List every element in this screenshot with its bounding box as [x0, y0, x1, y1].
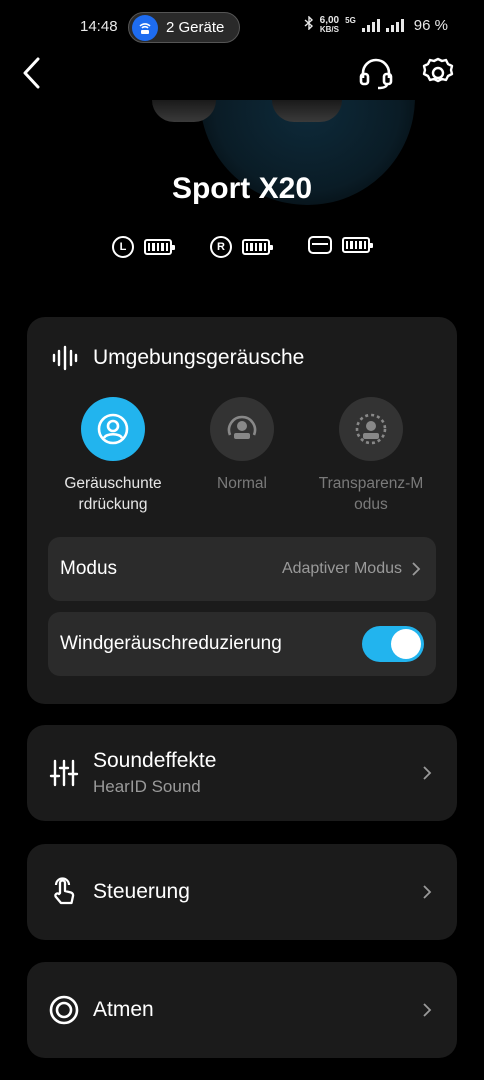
transparency-icon	[339, 397, 403, 461]
mode-row-value: Adaptiver Modus	[281, 560, 402, 577]
noise-cancelling-icon	[81, 397, 145, 461]
case-icon	[308, 236, 332, 254]
mode-noise-cancelling[interactable]: Geräuschunte rdrückung	[53, 397, 173, 515]
wind-row-label: Windgeräuschreduzierung	[60, 633, 282, 654]
network-type: 5G	[345, 16, 356, 25]
earbud-right-image	[272, 100, 342, 122]
battery-percent: 96 %	[413, 16, 448, 34]
mode-label: Normal	[217, 475, 267, 492]
normal-icon	[210, 397, 274, 461]
controls-title: Steuerung	[93, 880, 190, 903]
settings-button[interactable]	[420, 56, 456, 90]
sound-effects-card[interactable]: Soundeffekte HearID Sound	[27, 725, 457, 821]
product-name: Sport X20	[171, 172, 313, 205]
left-badge: L	[112, 236, 134, 258]
mode-label: Geräuschunte rdrückung	[64, 475, 162, 513]
battery-icon	[342, 237, 373, 253]
toggle-knob	[391, 629, 421, 659]
ambient-header: Umgebungsgeräusche	[51, 345, 304, 371]
sound-effects-subtitle: HearID Sound	[93, 777, 201, 796]
network-speed: 6,00 KB/S	[320, 16, 339, 34]
signal-icon	[361, 18, 380, 32]
chevron-right-icon	[419, 884, 435, 900]
controls-card[interactable]: Steuerung	[27, 844, 457, 940]
mode-label: Transparenz-M odus	[318, 475, 424, 513]
devices-label: 2 Geräte	[166, 19, 225, 36]
bluetooth-icon	[304, 15, 314, 34]
chevron-right-icon	[419, 1002, 435, 1018]
wind-noise-toggle[interactable]	[362, 626, 424, 662]
mode-transparency[interactable]: Transparenz-M odus	[311, 397, 431, 515]
status-bar: 14:48 2 Geräte 6,00 KB/S 5G 96 %	[0, 0, 484, 56]
hotspot-icon	[132, 14, 158, 41]
sliders-icon	[49, 758, 79, 788]
status-time: 14:48	[80, 18, 118, 35]
back-button[interactable]	[16, 56, 48, 90]
right-badge: R	[210, 236, 232, 258]
breathe-icon	[49, 995, 79, 1025]
breathe-card[interactable]: Atmen	[27, 962, 457, 1058]
sound-effects-title: Soundeffekte	[93, 749, 217, 772]
chevron-right-icon	[408, 561, 424, 577]
waveform-icon	[52, 345, 78, 371]
speed-unit: KB/S	[319, 25, 339, 34]
battery-left: L	[112, 236, 175, 258]
battery-case	[308, 236, 373, 254]
headset-button[interactable]	[358, 56, 394, 90]
touch-icon	[49, 877, 79, 907]
breathe-title: Atmen	[93, 998, 154, 1021]
back-icon	[23, 57, 40, 89]
status-icons: 6,00 KB/S 5G 96 %	[304, 15, 448, 34]
battery-right: R	[210, 236, 273, 258]
battery-row: L R	[0, 236, 484, 264]
controls-text: Steuerung	[93, 880, 419, 904]
gear-icon	[422, 57, 454, 83]
ambient-title: Umgebungsgeräusche	[93, 346, 305, 369]
mode-select-row[interactable]: Modus Adaptiver Modus	[48, 537, 436, 601]
ambient-sound-card: Umgebungsgeräusche Geräuschunte rdrückung…	[27, 317, 457, 704]
connected-devices-pill[interactable]: 2 Geräte	[128, 12, 240, 43]
chevron-right-icon	[419, 765, 435, 781]
sound-effects-text: Soundeffekte HearID Sound	[93, 749, 419, 797]
mode-normal[interactable]: Normal	[182, 397, 302, 494]
battery-icon	[242, 239, 273, 255]
breathe-text: Atmen	[93, 998, 419, 1022]
wind-noise-row: Windgeräuschreduzierung	[48, 612, 436, 676]
headset-icon	[359, 58, 393, 90]
mode-row-label: Modus	[60, 558, 118, 579]
signal-icon-2	[385, 18, 404, 32]
battery-icon	[144, 239, 175, 255]
